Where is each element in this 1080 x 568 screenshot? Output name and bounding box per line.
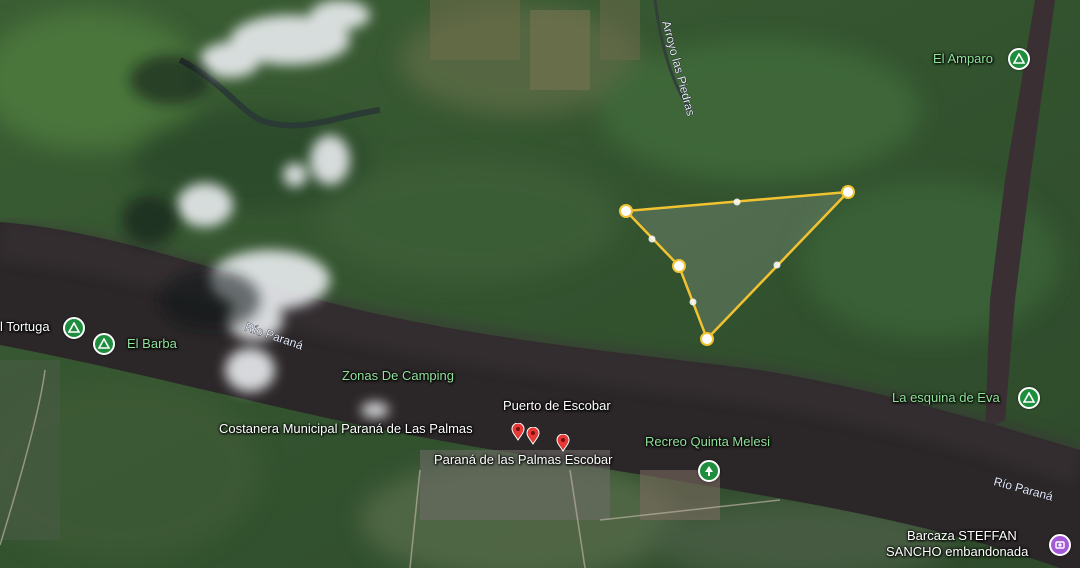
- campground-icon[interactable]: [63, 317, 85, 339]
- place-label-zonas-camping[interactable]: Zonas De Camping: [342, 368, 454, 383]
- polygon-midpoint[interactable]: [689, 298, 697, 306]
- satellite-map[interactable]: Arroyo las Piedras Río Paraná Río Paraná: [0, 0, 1080, 568]
- map-pin-icon[interactable]: [526, 427, 540, 445]
- polygon-vertex-4[interactable]: [672, 259, 686, 273]
- place-label-barcaza-line1[interactable]: Barcaza STEFFAN: [907, 528, 1017, 544]
- place-label-costanera[interactable]: Costanera Municipal Paraná de Las Palmas: [219, 421, 473, 436]
- place-label-parana-palmas-escobar[interactable]: Paraná de las Palmas Escobar: [434, 452, 612, 467]
- campground-icon[interactable]: [1008, 48, 1030, 70]
- polygon-vertex-2[interactable]: [841, 185, 855, 199]
- map-pin-icon[interactable]: [556, 434, 570, 452]
- place-label-barcaza-line2[interactable]: SANCHO embandonada: [886, 544, 1028, 560]
- polygon-midpoint[interactable]: [648, 235, 656, 243]
- polygon-vertex-1[interactable]: [619, 204, 633, 218]
- map-pin-icon[interactable]: [511, 423, 525, 441]
- place-label-el-amparo[interactable]: El Amparo: [933, 51, 993, 66]
- place-label-recreo-quinta[interactable]: Recreo Quinta Melesi: [645, 434, 770, 449]
- landmark-icon[interactable]: [1049, 534, 1071, 556]
- campground-icon[interactable]: [1018, 387, 1040, 409]
- place-label-el-barba[interactable]: El Barba: [127, 336, 177, 351]
- tree-park-icon[interactable]: [698, 460, 720, 482]
- campground-icon[interactable]: [93, 333, 115, 355]
- place-label-tortuga[interactable]: l Tortuga: [0, 319, 50, 334]
- place-label-esquina-eva[interactable]: La esquina de Eva: [892, 390, 1000, 405]
- polygon-vertex-3[interactable]: [700, 332, 714, 346]
- polygon-midpoint[interactable]: [773, 261, 781, 269]
- place-label-puerto-escobar[interactable]: Puerto de Escobar: [503, 398, 611, 413]
- polygon-midpoint[interactable]: [733, 198, 741, 206]
